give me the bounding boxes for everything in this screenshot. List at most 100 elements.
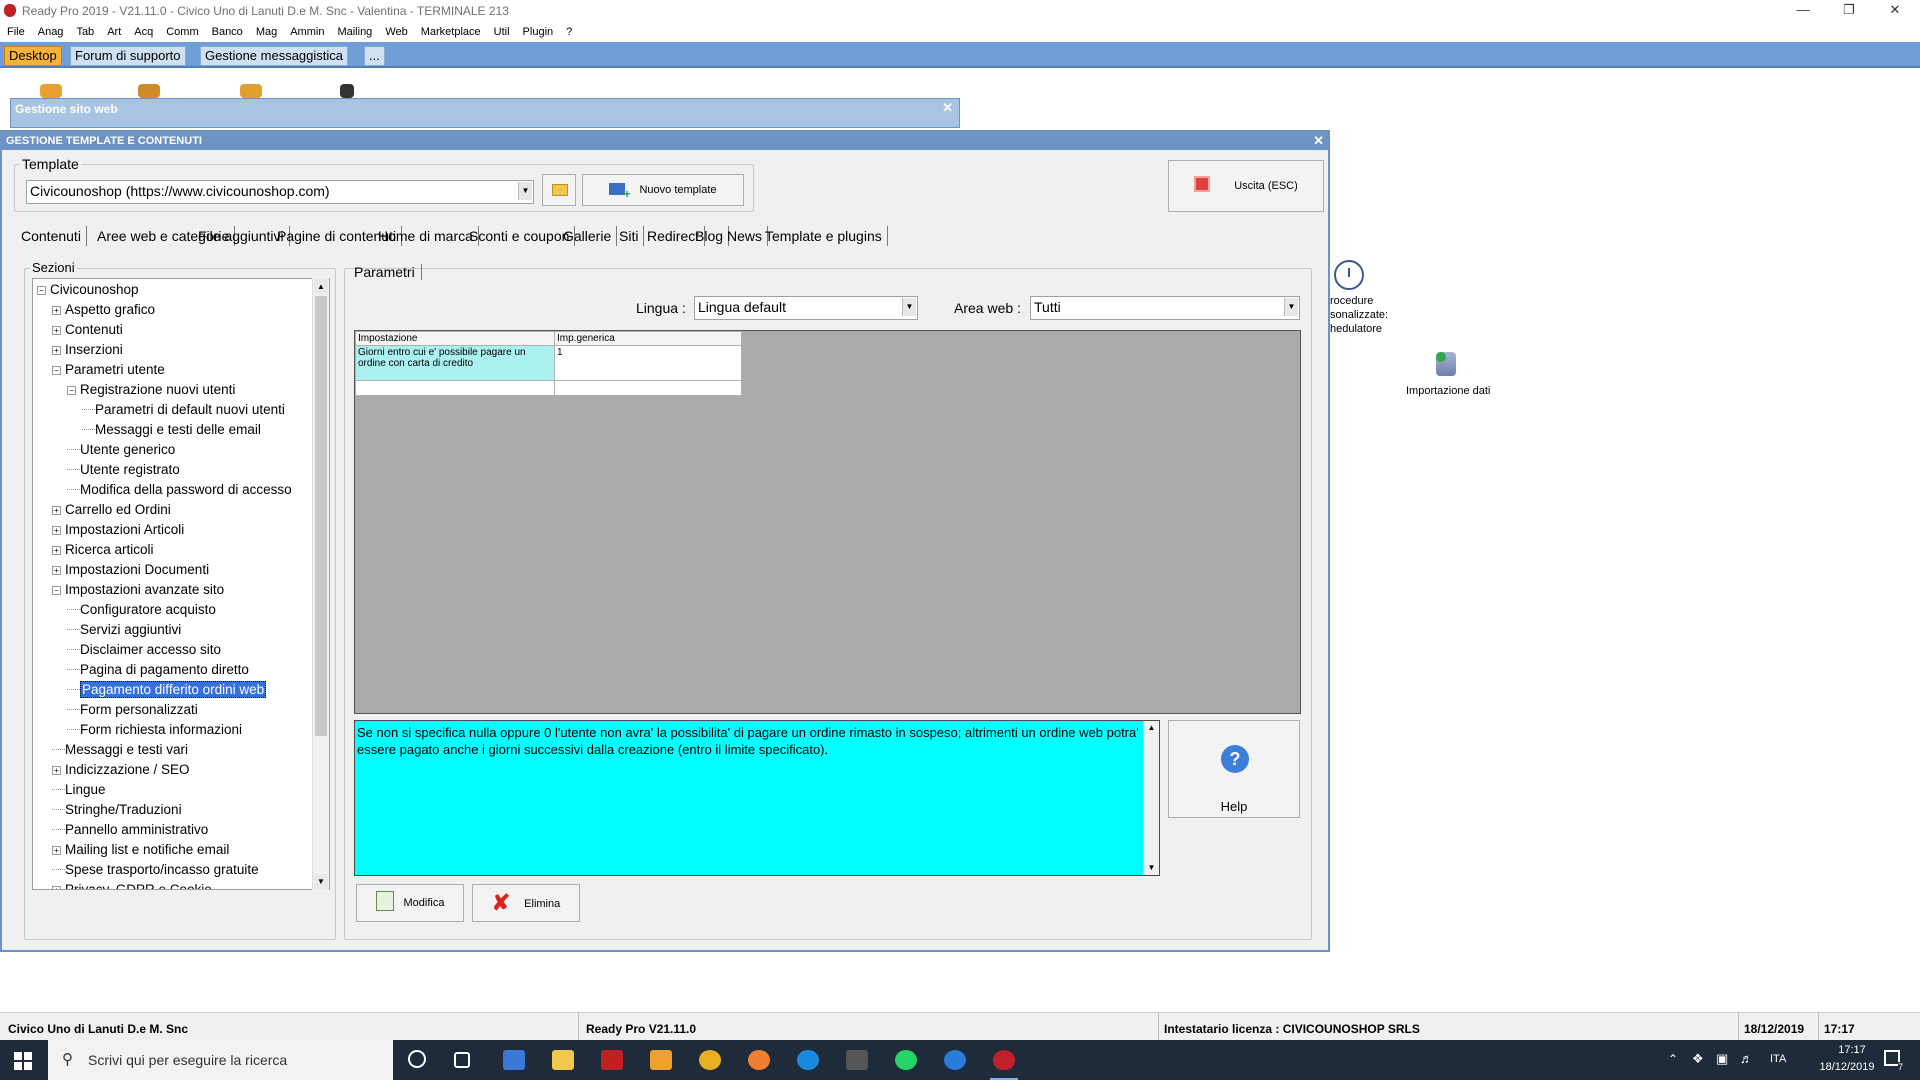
menu-item-mag[interactable]: Mag <box>249 22 283 38</box>
area-web-select[interactable]: Tutti ▼ <box>1030 296 1300 320</box>
tree-node[interactable]: − Impostazioni avanzate sito <box>52 581 224 599</box>
tree-node[interactable]: + Indicizzazione / SEO <box>52 761 190 779</box>
expand-icon[interactable]: + <box>52 326 61 335</box>
taskbar-search-input[interactable]: ⚲ Scrivi qui per eseguire la ricerca <box>48 1040 393 1080</box>
expand-icon[interactable]: + <box>52 306 61 315</box>
menu-item-art[interactable]: Art <box>100 22 127 38</box>
clock-icon[interactable] <box>1334 260 1364 290</box>
menu-item-web[interactable]: Web <box>378 22 413 38</box>
tree-node[interactable]: + Mailing list e notifiche email <box>52 841 229 859</box>
grid-header-impostazione[interactable]: Impostazione <box>355 331 555 346</box>
tab-parametri[interactable]: Parametri <box>352 264 422 280</box>
desktop-shortcut-icon[interactable] <box>138 84 160 98</box>
scroll-down-icon[interactable]: ▼ <box>1144 861 1159 875</box>
scroll-up-icon[interactable]: ▲ <box>1144 721 1159 735</box>
tree-node[interactable]: + Impostazioni Articoli <box>52 521 184 539</box>
dropbox-icon[interactable]: ❖ <box>1692 1051 1704 1067</box>
description-box[interactable]: Se non si specifica nulla oppure 0 l'ute… <box>354 720 1160 876</box>
tree-node[interactable]: Utente registrato <box>67 461 180 479</box>
tree-node[interactable]: + Privacy, GDPR e Cookie <box>52 881 212 889</box>
tree-node[interactable]: Pagamento differito ordini web <box>67 681 267 699</box>
new-template-button[interactable]: + Nuovo template <box>582 174 744 206</box>
collapse-icon[interactable]: − <box>52 366 61 375</box>
desktop-shortcut-icon[interactable] <box>340 84 354 98</box>
tree-node[interactable]: Modifica della password di accesso <box>67 481 292 499</box>
close-icon[interactable]: ✕ <box>942 100 953 116</box>
taskbar-clock-date[interactable]: 18/12/2019 <box>1812 1061 1882 1073</box>
tab-messaggistica[interactable]: Gestione messaggistica <box>200 46 349 66</box>
cortana-icon[interactable] <box>408 1050 426 1068</box>
ready-pro-icon[interactable] <box>993 1050 1015 1070</box>
tree-node[interactable]: Pannello amministrativo <box>52 821 208 839</box>
collapse-icon[interactable]: − <box>67 386 76 395</box>
menu-item-acq[interactable]: Acq <box>127 22 159 38</box>
menu-item-plugin[interactable]: Plugin <box>516 22 560 38</box>
desktop-shortcut-icon[interactable] <box>240 84 262 98</box>
menu-item-ammin[interactable]: Ammin <box>283 22 330 38</box>
volume-icon[interactable]: ♬ <box>1740 1051 1753 1066</box>
menu-item-file[interactable]: File <box>0 22 31 38</box>
tree-node[interactable]: + Ricerca articoli <box>52 541 154 559</box>
template-select[interactable]: Civicounoshop (https://www.civicounoshop… <box>26 180 534 204</box>
skype-icon[interactable] <box>944 1050 966 1070</box>
restore-button[interactable]: ❐ <box>1826 0 1872 22</box>
expand-icon[interactable]: + <box>52 566 61 575</box>
menu-item-anag[interactable]: Anag <box>31 22 70 38</box>
tab-template-e-plugins[interactable]: Template e plugins <box>760 226 888 246</box>
tree-node[interactable]: − Parametri utente <box>52 361 165 379</box>
network-icon[interactable]: ▣ <box>1716 1051 1728 1067</box>
tree-scrollbar[interactable]: ▲ ▼ <box>312 278 329 890</box>
scroll-down-icon[interactable]: ▼ <box>314 874 328 889</box>
expand-icon[interactable]: + <box>52 506 61 515</box>
taskbar-clock-time[interactable]: 17:17 <box>1822 1044 1882 1056</box>
menu-item-tab[interactable]: Tab <box>69 22 100 38</box>
tree-node[interactable]: Form richiesta informazioni <box>67 721 242 739</box>
description-scrollbar[interactable]: ▲ ▼ <box>1143 721 1159 875</box>
tree-node[interactable]: + Contenuti <box>52 321 123 339</box>
tree-node[interactable]: − Civicounoshop <box>37 281 139 299</box>
chevron-down-icon[interactable]: ▼ <box>518 182 532 200</box>
tab-forum[interactable]: Forum di supporto <box>70 46 186 66</box>
help-button[interactable]: ? Help <box>1168 720 1300 818</box>
tree-node[interactable]: Pagina di pagamento diretto <box>67 661 249 679</box>
chrome-icon[interactable] <box>699 1050 721 1070</box>
media-icon[interactable] <box>650 1050 672 1070</box>
chevron-down-icon[interactable]: ▼ <box>902 298 916 316</box>
close-app-button[interactable]: ✕ <box>1872 0 1918 22</box>
exit-button[interactable]: Uscita (ESC) <box>1168 160 1324 212</box>
tree-node[interactable]: Configuratore acquisto <box>67 601 216 619</box>
collapse-icon[interactable]: − <box>52 586 61 595</box>
menu-item-marketplace[interactable]: Marketplace <box>414 22 487 38</box>
tree-node[interactable]: Messaggi e testi vari <box>52 741 188 759</box>
tab-contenuti[interactable]: Contenuti <box>16 226 87 246</box>
minimize-button[interactable]: — <box>1780 0 1826 22</box>
collapse-icon[interactable]: − <box>37 286 46 295</box>
tab-desktop[interactable]: Desktop <box>4 46 62 66</box>
tree-node[interactable]: Disclaimer accesso sito <box>67 641 221 659</box>
tree-node[interactable]: Utente generico <box>67 441 175 459</box>
expand-icon[interactable]: + <box>52 846 61 855</box>
task-view-icon[interactable] <box>454 1052 470 1068</box>
expand-icon[interactable]: + <box>52 766 61 775</box>
chevron-up-icon[interactable]: ⌃ <box>1668 1052 1678 1066</box>
app-icon[interactable] <box>846 1050 868 1070</box>
menu-item-mailing[interactable]: Mailing <box>330 22 378 38</box>
tree-node[interactable]: Messaggi e testi delle email <box>82 421 261 439</box>
chevron-down-icon[interactable]: ▼ <box>1284 298 1298 316</box>
expand-icon[interactable]: + <box>52 346 61 355</box>
tree-node[interactable]: Parametri di default nuovi utenti <box>82 401 285 419</box>
tree-node[interactable]: Servizi aggiuntivi <box>67 621 181 639</box>
grid-cell-setting[interactable]: Giorni entro cui e' possibile pagare un … <box>355 345 555 381</box>
import-data-label[interactable]: Importazione dati <box>1406 385 1490 397</box>
menu-item-[interactable]: ? <box>559 22 578 38</box>
windows-start-icon[interactable] <box>14 1052 32 1070</box>
expand-icon[interactable]: + <box>52 886 61 889</box>
filezilla-icon[interactable] <box>601 1050 623 1070</box>
sections-tree[interactable]: − Civicounoshop + Aspetto grafico + Contenuti… <box>32 278 330 890</box>
tree-node[interactable]: + Carrello ed Ordini <box>52 501 171 519</box>
modify-button[interactable]: Modifica <box>356 884 464 922</box>
grid-header-imp-generica[interactable]: Imp.generica <box>554 331 742 346</box>
menu-item-banco[interactable]: Banco <box>205 22 249 38</box>
tree-node[interactable]: + Impostazioni Documenti <box>52 561 209 579</box>
expand-icon[interactable]: + <box>52 526 61 535</box>
